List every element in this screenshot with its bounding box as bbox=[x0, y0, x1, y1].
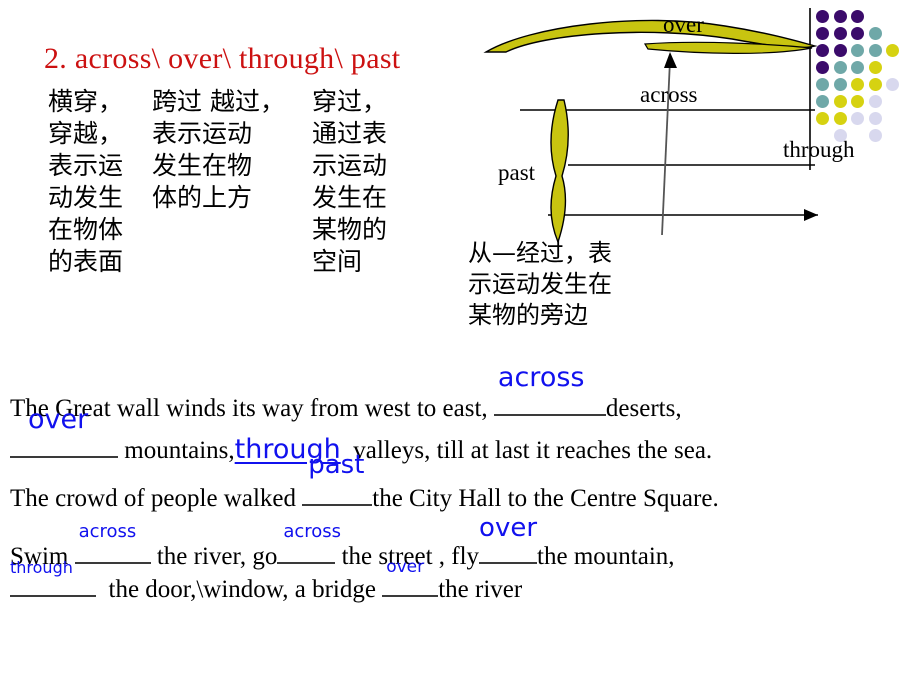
grid-dot bbox=[816, 10, 829, 23]
sentence-3-answer-1: past bbox=[308, 450, 365, 480]
grid-dot bbox=[816, 95, 829, 108]
grid-dot bbox=[833, 61, 847, 74]
grid-dot bbox=[851, 112, 864, 125]
grid-dot bbox=[851, 10, 864, 23]
grid-dot bbox=[851, 78, 864, 91]
sentence-5-blank-1[interactable]: through bbox=[10, 560, 96, 597]
diagram-label-over: over bbox=[663, 12, 704, 37]
grid-dot bbox=[833, 27, 847, 40]
grid-dot bbox=[833, 44, 847, 57]
sentence-3-blank-1[interactable]: past bbox=[302, 452, 373, 506]
exercise-sentence-5: through the door,\window, a bridge over … bbox=[10, 559, 523, 604]
sentence-4-blank-1[interactable]: across bbox=[74, 523, 151, 564]
gloss-column-over: 跨过 越过， 表示运动 发生在物 体的上方 bbox=[152, 87, 285, 212]
sentence-1-answer-1: across bbox=[497, 362, 585, 393]
sentence-4-part-4: the mountain, bbox=[537, 543, 675, 570]
gloss-column-across: 横穿， 穿越， 表示运 动发生 在物体 的表面 bbox=[48, 87, 124, 276]
grid-dot bbox=[833, 129, 847, 142]
grid-dot bbox=[816, 44, 829, 57]
grid-dot bbox=[851, 61, 864, 74]
across-arrowhead bbox=[664, 52, 677, 68]
sentence-3-part-2: the City Hall to the Centre Square. bbox=[372, 485, 719, 512]
grid-dot bbox=[868, 44, 882, 57]
sentence-4-part-2: the river, go bbox=[156, 543, 278, 570]
page-title: 2. across\ over\ through\ past bbox=[44, 42, 401, 75]
grid-dot bbox=[868, 27, 882, 40]
grid-dot bbox=[833, 95, 847, 108]
sentence-4-answer-2: across bbox=[283, 521, 342, 542]
sentence-5-blank-2[interactable]: over bbox=[382, 559, 439, 597]
grid-dot bbox=[816, 112, 829, 125]
sentence-3-part-1: The crowd of people walked bbox=[10, 485, 296, 512]
gloss-column-past: 从—经过，表 示运动发生在 某物的旁边 bbox=[468, 239, 612, 329]
sentence-1-blank-1[interactable]: across bbox=[493, 364, 606, 416]
grid-dot bbox=[868, 112, 882, 125]
sentence-4-answer-1: across bbox=[78, 521, 137, 542]
exercise-sentence-1: The Great wall winds its way from west t… bbox=[10, 364, 682, 423]
grid-dot bbox=[816, 78, 829, 91]
sentence-5-part-1: the door,\window, a bridge bbox=[108, 576, 376, 603]
sentence-5-answer-2: over bbox=[386, 557, 425, 577]
grid-dot bbox=[851, 95, 864, 108]
sentence-5-answer-1: through bbox=[10, 558, 73, 577]
sentence-1-part-2: deserts, bbox=[605, 395, 682, 422]
diagram-label-across: across bbox=[640, 82, 698, 107]
diagram-label-past: past bbox=[498, 160, 536, 185]
grid-dot bbox=[833, 112, 847, 125]
grid-dot bbox=[851, 44, 864, 57]
grid-dot bbox=[868, 129, 882, 142]
sentence-4-blank-2[interactable]: across bbox=[277, 523, 341, 564]
sentence-2-blank-1[interactable]: over bbox=[10, 406, 118, 458]
sentence-2-part-1: mountains, bbox=[124, 437, 235, 464]
through-arrowhead bbox=[804, 209, 818, 221]
grid-dot bbox=[816, 61, 829, 74]
grid-dot bbox=[868, 78, 882, 91]
past-ribbon bbox=[550, 99, 569, 244]
grid-dot bbox=[833, 10, 847, 23]
grid-dot bbox=[886, 78, 899, 91]
exercise-sentence-3: The crowd of people walked past the City… bbox=[10, 452, 719, 513]
grid-dot bbox=[833, 78, 847, 91]
sentence-4-blank-3[interactable]: over bbox=[479, 515, 538, 564]
grid-dot bbox=[851, 27, 864, 40]
grid-dot bbox=[816, 27, 829, 40]
sentence-5-part-2: the river bbox=[438, 576, 523, 603]
grid-dot bbox=[886, 44, 899, 57]
grid-dot bbox=[868, 61, 882, 74]
sentence-4-answer-3: over bbox=[479, 513, 538, 543]
sentence-2-part-2: valleys, till at last it reaches the sea… bbox=[353, 437, 713, 464]
exercise-sentence-4: Swim across the river, go across the str… bbox=[10, 515, 675, 571]
gloss-column-through: 穿过， 通过表 示运动 发生在 某物的 空间 bbox=[312, 87, 388, 276]
grid-dot bbox=[868, 95, 882, 108]
decorative-dot-grid bbox=[816, 10, 920, 146]
sentence-2-answer-1: over bbox=[28, 404, 89, 435]
